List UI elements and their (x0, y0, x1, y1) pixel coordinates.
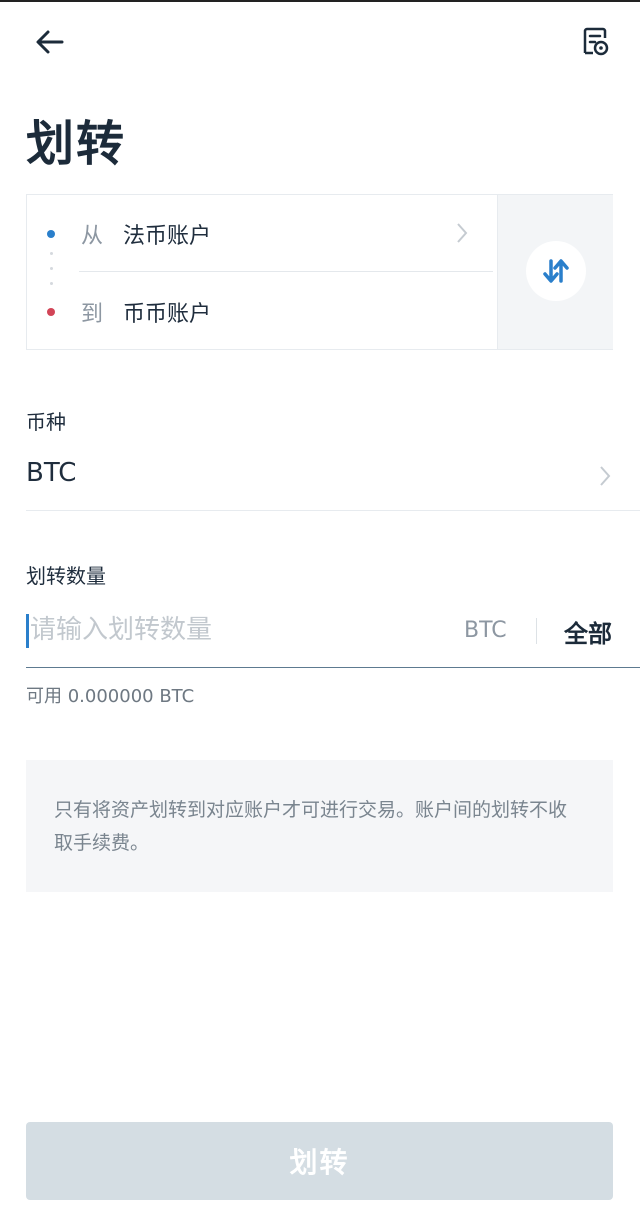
currency-selector[interactable]: BTC (26, 450, 640, 511)
swap-panel (497, 195, 613, 349)
row-divider (79, 271, 493, 272)
transfer-submit-button[interactable]: 划转 (26, 1122, 613, 1200)
to-account-name: 币币账户 (123, 302, 212, 327)
currency-value: BTC (26, 458, 77, 488)
transfer-record-icon (583, 27, 609, 56)
chevron-right-icon (600, 466, 611, 486)
currency-label: 币种 (26, 410, 66, 434)
amount-unit: BTC (464, 618, 507, 643)
top-edge-line (0, 0, 640, 2)
transfer-account-card: 从 法币账户 到 币币账户 (26, 194, 613, 350)
from-label: 从 (81, 224, 104, 249)
available-balance: 可用 0.000000 BTC (26, 686, 195, 707)
all-amount-button[interactable]: 全部 (564, 614, 612, 649)
text-cursor (26, 614, 29, 648)
to-label: 到 (81, 302, 104, 327)
chevron-right-icon (457, 223, 468, 243)
from-account-selector[interactable]: 从 法币账户 (27, 195, 497, 273)
transfer-history-button[interactable] (570, 18, 620, 66)
amount-field-row: BTC 全部 (26, 600, 640, 668)
arrow-left-icon (36, 30, 64, 54)
page-title: 划转 (26, 116, 127, 172)
transfer-notice: 只有将资产划转到对应账户才可进行交易。账户间的划转不收取手续费。 (26, 760, 613, 892)
swap-accounts-button[interactable] (526, 241, 586, 301)
unit-separator (536, 618, 537, 644)
from-account-name: 法币账户 (123, 224, 212, 249)
amount-label: 划转数量 (26, 564, 106, 588)
swap-vertical-icon (543, 259, 569, 283)
amount-input[interactable] (30, 608, 450, 652)
to-account-selector[interactable]: 到 币币账户 (27, 273, 497, 351)
back-button[interactable] (26, 20, 74, 64)
